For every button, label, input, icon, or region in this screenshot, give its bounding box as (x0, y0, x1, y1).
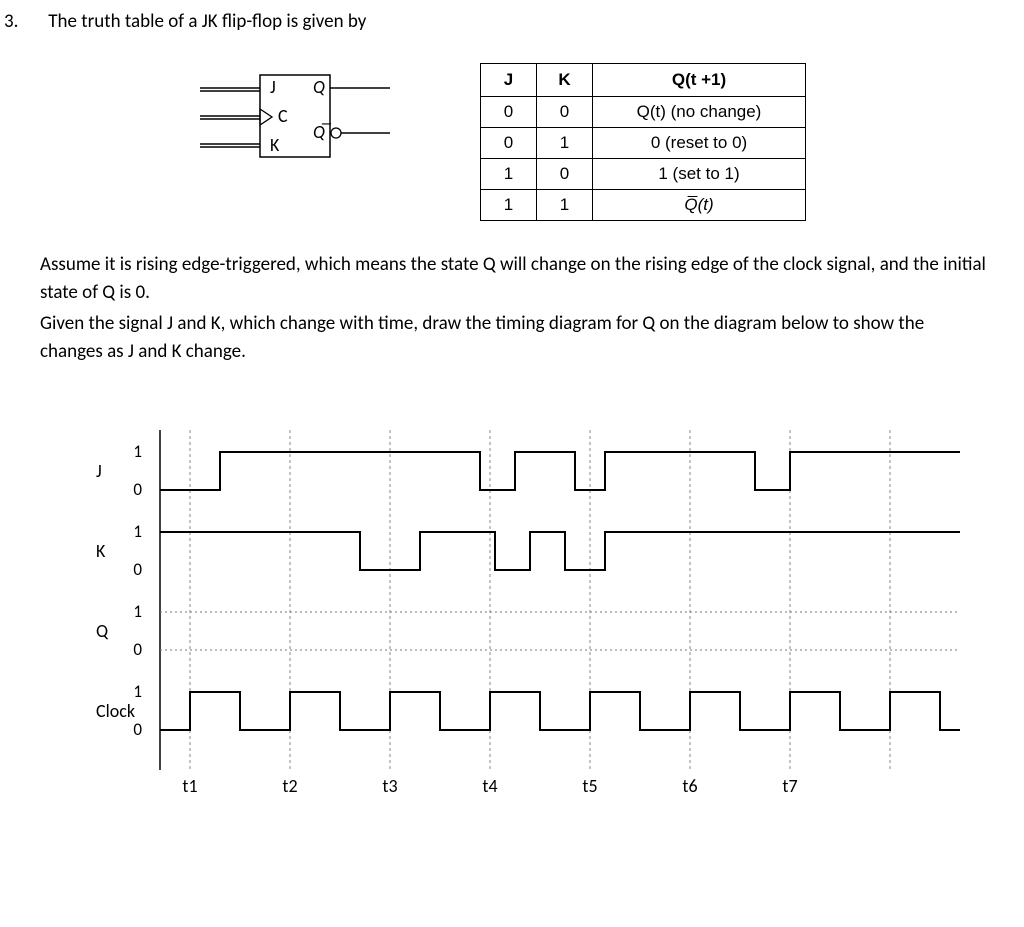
svg-text:0: 0 (133, 559, 142, 580)
question-number: 3. (0, 10, 44, 33)
svg-text:t6: t6 (682, 775, 697, 797)
svg-text:0: 0 (133, 639, 142, 660)
question-line: 3. The truth table of a JK flip-flop is … (0, 10, 994, 33)
svg-text:t3: t3 (382, 775, 397, 797)
figure-row: J C K Q Q̅ J K Q(t +1) (160, 63, 994, 221)
svg-text:J: J (96, 460, 102, 482)
svg-text:0: 0 (133, 479, 142, 500)
svg-text:t2: t2 (282, 775, 297, 797)
svg-text:K: K (96, 540, 106, 562)
svg-text:1: 1 (133, 601, 142, 622)
label-q: Q (313, 76, 325, 98)
svg-text:Q: Q (96, 620, 109, 642)
svg-text:t5: t5 (582, 775, 597, 797)
svg-text:1: 1 (133, 441, 142, 462)
timing-diagram: J10K10Q10Clock10t1t2t3t4t5t6t7 (80, 420, 1000, 840)
svg-text:Clock: Clock (96, 700, 135, 722)
svg-text:t4: t4 (482, 775, 497, 797)
th-q: Q(t +1) (593, 64, 806, 97)
paragraph-2: Given the signal J and K, which change w… (40, 310, 990, 365)
svg-text:1: 1 (133, 681, 142, 702)
svg-text:t1: t1 (182, 775, 197, 797)
th-k: K (537, 64, 593, 97)
page: 3. The truth table of a JK flip-flop is … (0, 0, 1024, 866)
jk-flipflop-diagram: J C K Q Q̅ (160, 63, 420, 183)
table-row: 1 0 1 (set to 1) (481, 159, 806, 190)
question-prompt: The truth table of a JK flip-flop is giv… (48, 10, 988, 33)
table-row: 1 1 Q̅(t) (481, 190, 806, 221)
svg-text:0: 0 (133, 719, 142, 740)
label-k: K (270, 134, 280, 156)
label-c: C (278, 105, 288, 127)
table-row: 0 1 0 (reset to 0) (481, 128, 806, 159)
svg-text:t7: t7 (782, 775, 797, 797)
th-j: J (481, 64, 537, 97)
table-row: 0 0 Q(t) (no change) (481, 97, 806, 128)
label-j: J (270, 76, 276, 98)
paragraph-1: Assume it is rising edge-triggered, whic… (40, 251, 990, 306)
svg-text:1: 1 (133, 521, 142, 542)
truth-table: J K Q(t +1) 0 0 Q(t) (no change) 0 1 0 (… (480, 63, 806, 221)
label-qbar: Q̅ (313, 121, 332, 143)
